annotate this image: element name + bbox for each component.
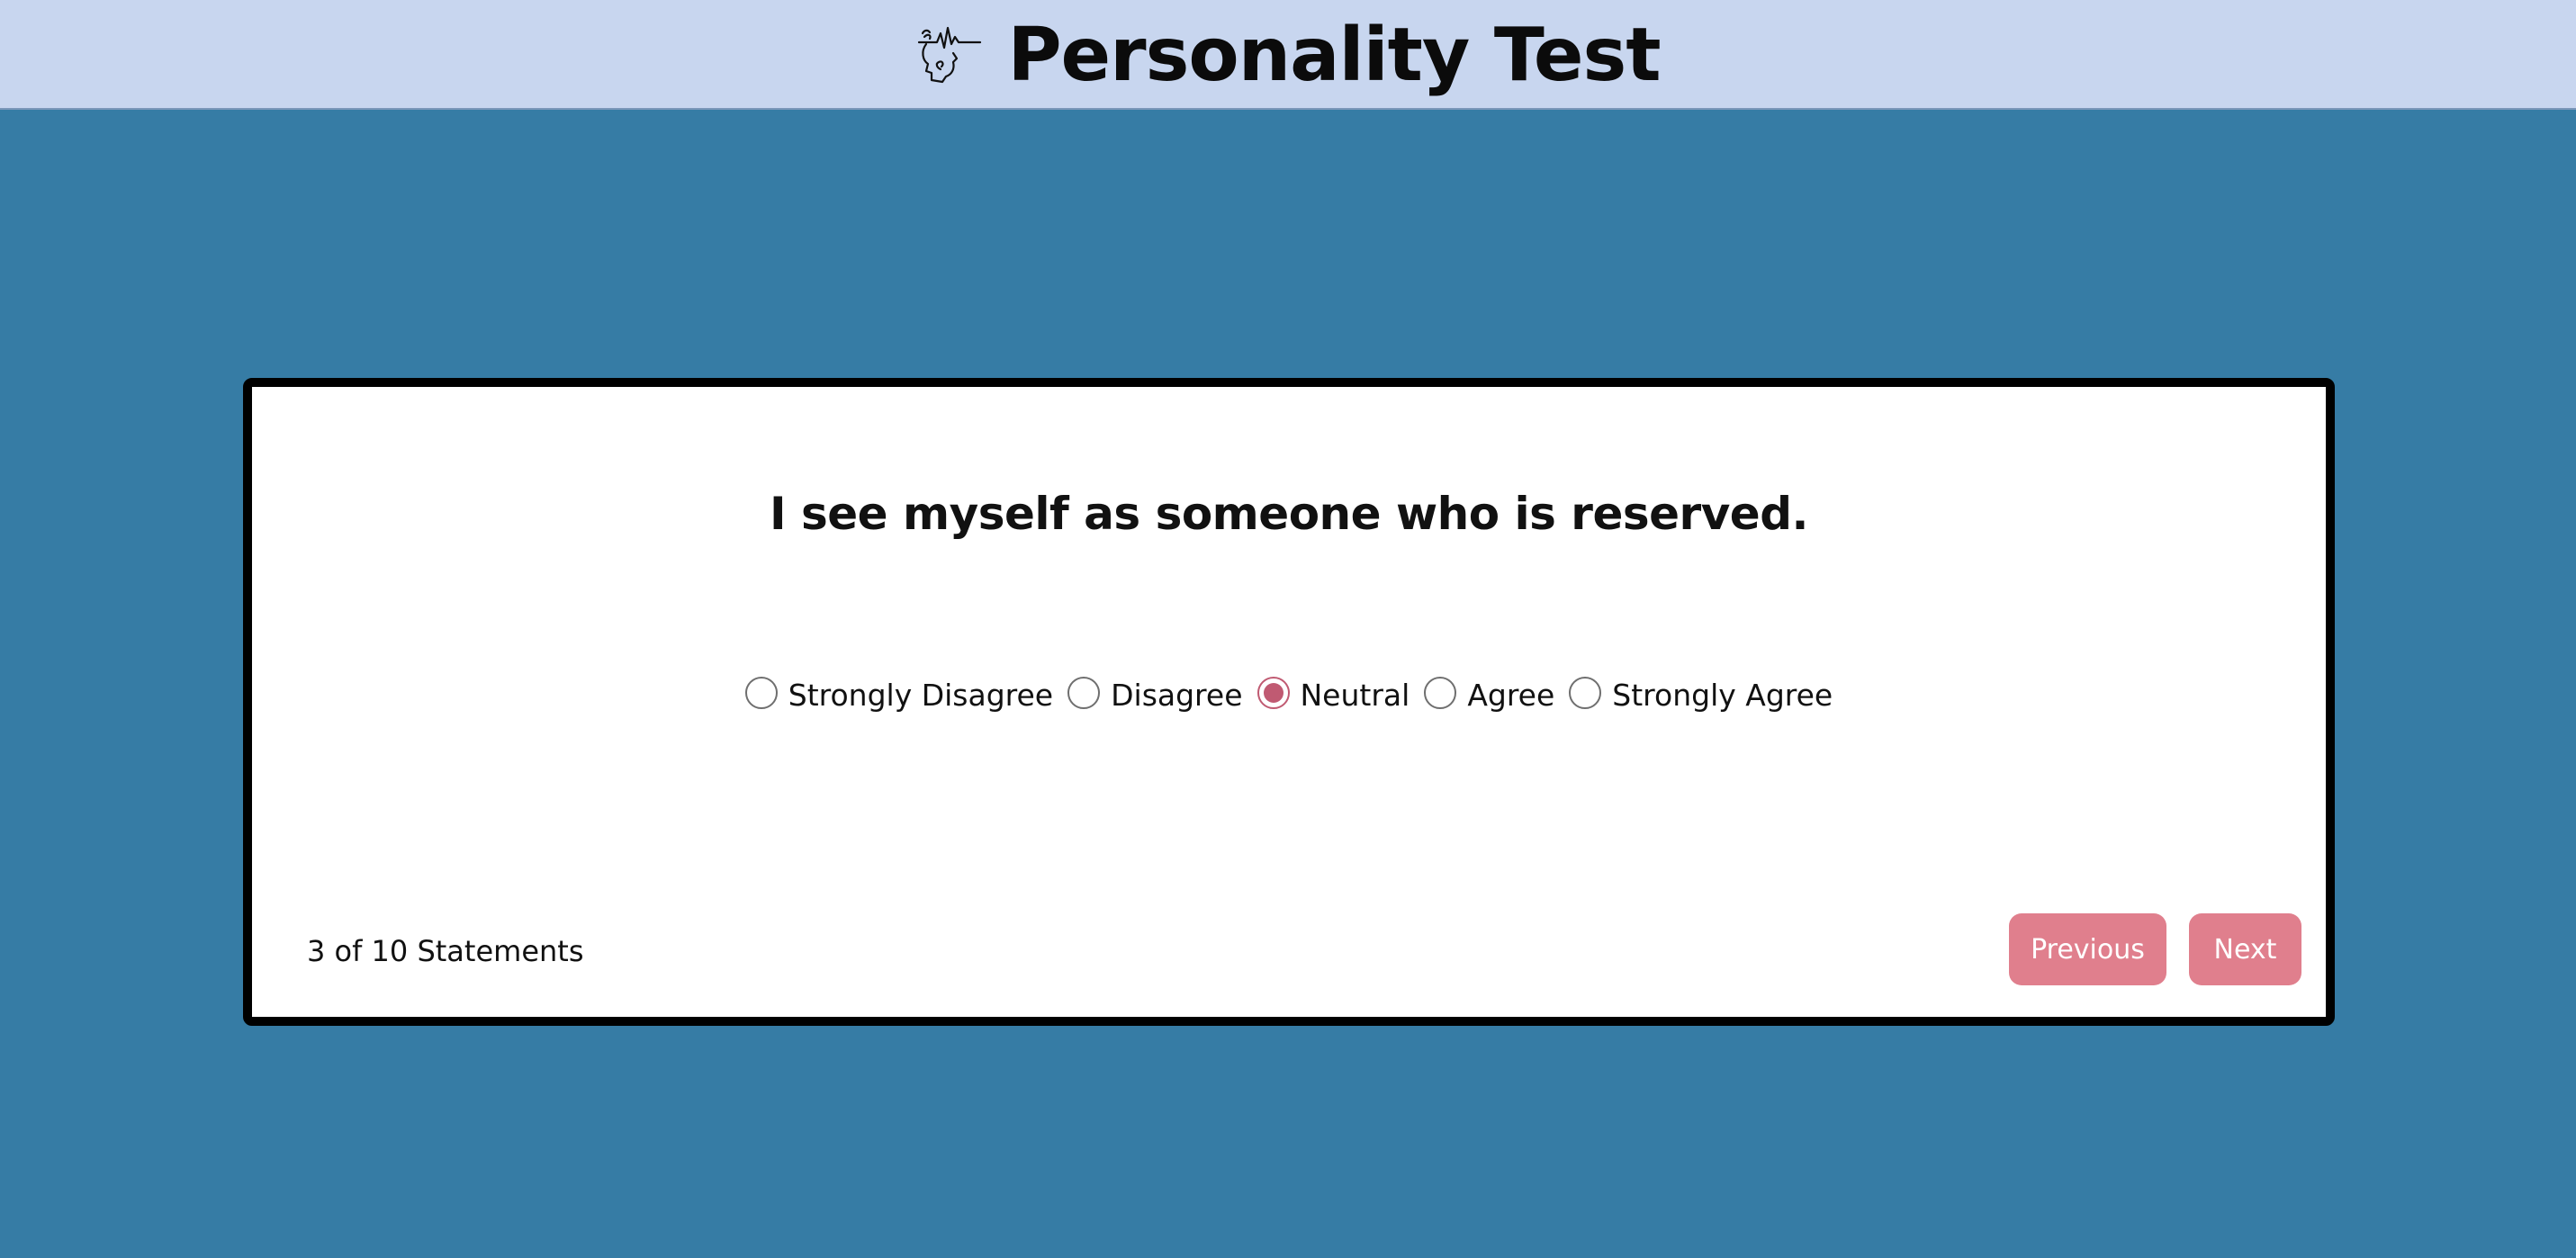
question-text: I see myself as someone who is reserved. (770, 488, 1809, 540)
answer-options: Strongly Disagree Disagree Neutral Agree… (252, 676, 2326, 713)
radio-strongly-disagree[interactable] (744, 676, 778, 709)
radio-strongly-agree[interactable] (1569, 676, 1602, 709)
option-label: Neutral (1300, 678, 1410, 713)
option-agree[interactable]: Agree (1424, 676, 1555, 713)
option-disagree[interactable]: Disagree (1067, 676, 1243, 713)
radio-neutral[interactable] (1256, 676, 1290, 709)
next-button[interactable]: Next (2189, 913, 2301, 985)
header-content: Personality Test (0, 0, 2576, 110)
option-label: Disagree (1111, 678, 1243, 713)
question-card: I see myself as someone who is reserved.… (243, 378, 2335, 1026)
option-label: Agree (1467, 678, 1555, 713)
radio-disagree[interactable] (1067, 676, 1101, 709)
option-strongly-disagree[interactable]: Strongly Disagree (744, 676, 1054, 713)
radio-agree[interactable] (1424, 676, 1457, 709)
app-header: Personality Test (0, 0, 2576, 110)
option-strongly-agree[interactable]: Strongly Agree (1569, 676, 1833, 713)
progress-counter: 3 of 10 Statements (307, 934, 584, 968)
option-label: Strongly Agree (1612, 678, 1833, 713)
previous-button[interactable]: Previous (2009, 913, 2166, 985)
option-label: Strongly Disagree (788, 678, 1054, 713)
head-brainwave-icon (918, 26, 982, 84)
option-neutral[interactable]: Neutral (1256, 676, 1410, 713)
app-title: Personality Test (1007, 13, 1661, 98)
